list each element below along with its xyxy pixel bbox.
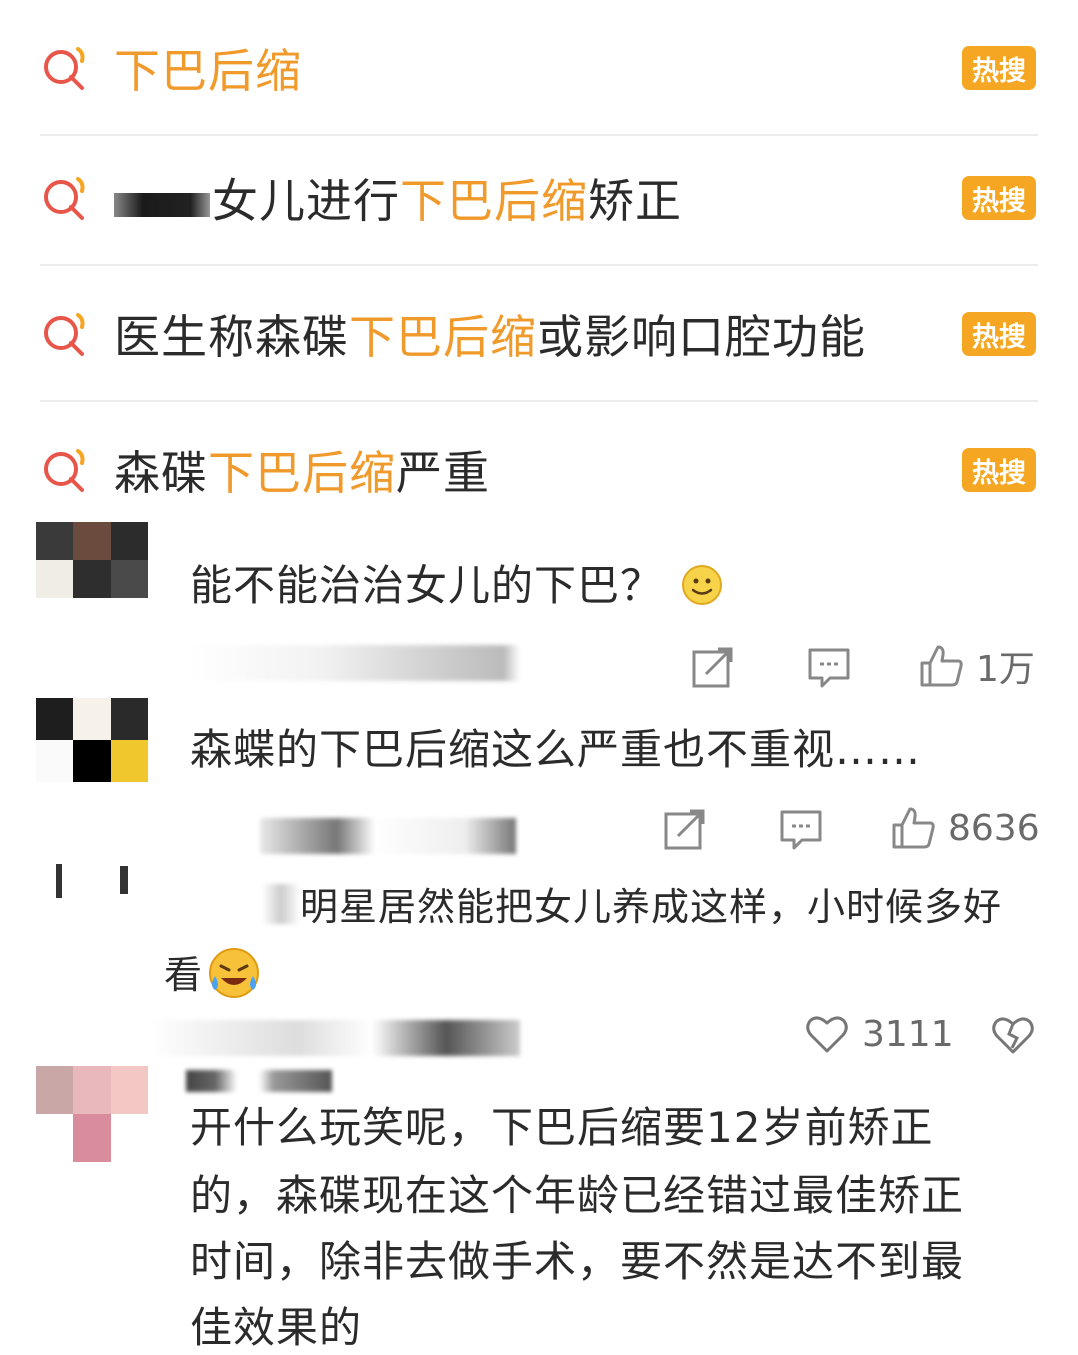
avatar[interactable] xyxy=(36,1066,148,1162)
like-count: 8636 xyxy=(948,807,1040,849)
comment-line-4: 佳效果的 xyxy=(190,1303,363,1352)
redacted-meta xyxy=(190,645,520,681)
redacted-name xyxy=(186,1070,332,1092)
hot-badge: 热搜 xyxy=(962,176,1036,220)
like-count: 3111 xyxy=(862,1013,954,1055)
comment-line-3: 时间，除非去做手术，要不然是达不到最 xyxy=(190,1237,965,1286)
hot-badge: 热搜 xyxy=(962,312,1036,356)
hot-badge: 热搜 xyxy=(962,46,1036,90)
like-button[interactable]: 8636 xyxy=(890,800,1040,856)
like-icon xyxy=(920,645,963,687)
like-icon xyxy=(892,807,935,849)
redacted-meta xyxy=(150,1020,520,1056)
redacted-name xyxy=(262,884,300,924)
hot-search-item-3[interactable]: 医生称森碟下巴后缩或影响口腔功能 热搜 xyxy=(40,266,1038,402)
comment-icon[interactable] xyxy=(778,806,824,852)
hot-badge: 热搜 xyxy=(962,448,1036,492)
search-hot-icon xyxy=(44,177,85,220)
comment-icon[interactable] xyxy=(806,644,852,690)
comment-text: 森蝶的下巴后缩这么严重也不重视…… xyxy=(190,725,922,774)
comment-text: 能不能治治女儿的下巴？ xyxy=(190,552,723,613)
like-button[interactable]: 1万 xyxy=(918,638,1035,694)
comment-line-2: 的，森碟现在这个年龄已经错过最佳矫正 xyxy=(190,1171,965,1220)
broken-heart-icon[interactable] xyxy=(990,1012,1036,1058)
hot-search-text: 女儿进行下巴后缩矫正 xyxy=(114,165,682,231)
search-hot-icon xyxy=(44,313,85,356)
share-icon[interactable] xyxy=(662,806,708,852)
avatar[interactable] xyxy=(36,522,148,598)
search-hot-icon xyxy=(44,449,85,492)
search-hot-icon xyxy=(44,47,85,90)
hot-search-text: 下巴后缩 xyxy=(114,44,302,98)
laugh-cry-emoji-icon xyxy=(209,948,260,998)
avatar[interactable] xyxy=(36,698,148,782)
hot-search-item-4[interactable]: 森碟下巴后缩严重 热搜 xyxy=(40,402,1038,538)
hot-search-item-2[interactable]: 女儿进行下巴后缩矫正 热搜 xyxy=(40,130,1038,266)
like-count: 1万 xyxy=(976,649,1035,690)
hot-search-text: 医生称森碟下巴后缩或影响口腔功能 xyxy=(114,310,866,364)
avatar[interactable] xyxy=(50,860,150,910)
hot-search-item-1[interactable]: 下巴后缩 热搜 xyxy=(40,0,1038,136)
comment-text-continued: 看 xyxy=(164,944,261,1000)
heart-icon xyxy=(806,1016,848,1053)
comment-text: 明星居然能把女儿养成这样，小时候多好 xyxy=(300,885,1003,929)
smile-emoji-icon xyxy=(682,565,723,605)
like-button[interactable]: 3111 xyxy=(804,1006,954,1062)
redacted-name xyxy=(114,192,210,217)
redacted-meta xyxy=(260,818,516,854)
hot-search-text: 森碟下巴后缩严重 xyxy=(114,446,490,500)
share-icon[interactable] xyxy=(690,644,736,690)
comment-line-1: 开什么玩笑呢，下巴后缩要12岁前矫正 xyxy=(190,1103,934,1152)
